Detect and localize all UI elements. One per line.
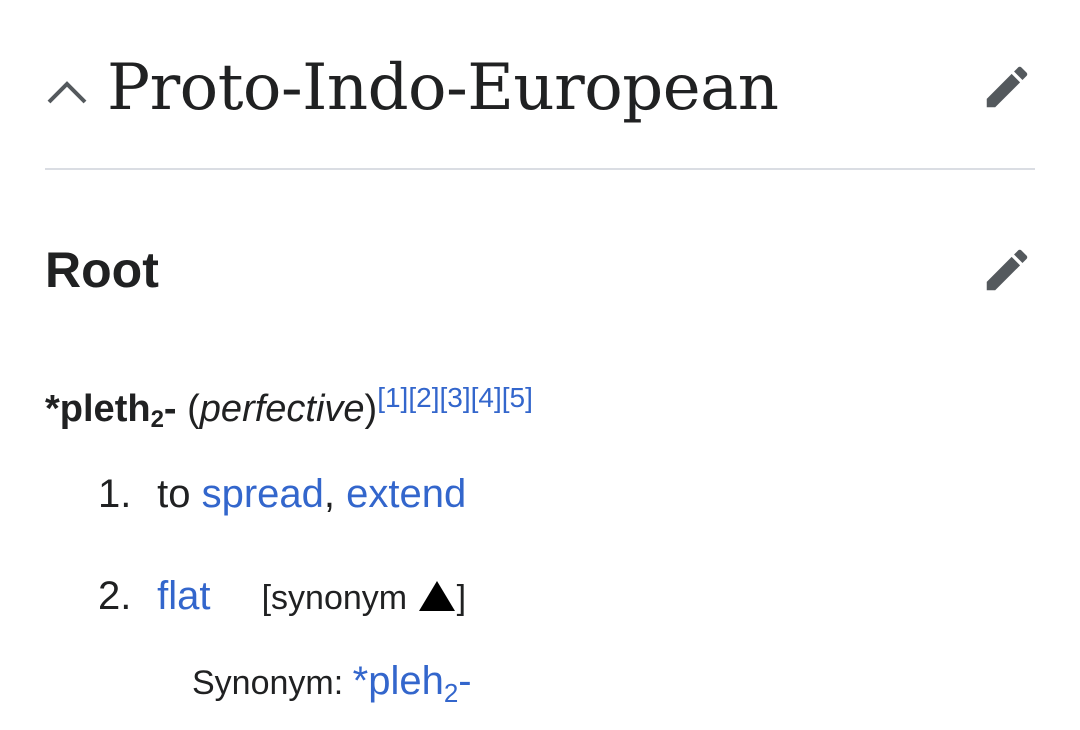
synonym-link[interactable]: *pleh2- bbox=[353, 659, 472, 708]
pencil-icon[interactable] bbox=[980, 60, 1034, 114]
reference-link[interactable]: [2] bbox=[408, 382, 439, 413]
synonym-line: Synonym: *pleh2- bbox=[192, 655, 472, 719]
reference-link[interactable]: [3] bbox=[439, 382, 470, 413]
link-spread[interactable]: spread bbox=[202, 472, 324, 516]
aspect-label: perfective bbox=[199, 388, 365, 430]
reference-link[interactable]: [5] bbox=[502, 382, 533, 413]
headword: *pleth2- bbox=[45, 388, 177, 433]
triangle-up-icon bbox=[418, 581, 455, 611]
definition-number: 1. bbox=[98, 472, 132, 516]
headword-line: *pleth2- (perfective)[1][2][3][4][5] bbox=[45, 382, 533, 433]
link-extend[interactable]: extend bbox=[346, 472, 466, 516]
section-header[interactable]: Proto-Indo-European bbox=[45, 40, 1035, 140]
definition-item: 2. flat [synonym ] bbox=[98, 568, 466, 626]
reference-links[interactable]: [1][2][3][4][5] bbox=[377, 382, 533, 413]
synonym-toggle[interactable]: [synonym ] bbox=[262, 579, 466, 617]
subsection-title: Root bbox=[45, 242, 159, 298]
definition-item: 1. to spread, extend bbox=[98, 466, 466, 522]
synonym-label: Synonym: bbox=[192, 664, 353, 702]
definition-number: 2. bbox=[98, 574, 132, 618]
link-flat[interactable]: flat bbox=[157, 574, 210, 618]
section-divider bbox=[45, 168, 1035, 170]
chevron-up-icon[interactable] bbox=[45, 72, 89, 108]
pencil-icon[interactable] bbox=[980, 243, 1034, 297]
section-title: Proto-Indo-European bbox=[107, 51, 779, 125]
reference-link[interactable]: [1] bbox=[377, 382, 408, 413]
reference-link[interactable]: [4] bbox=[471, 382, 502, 413]
